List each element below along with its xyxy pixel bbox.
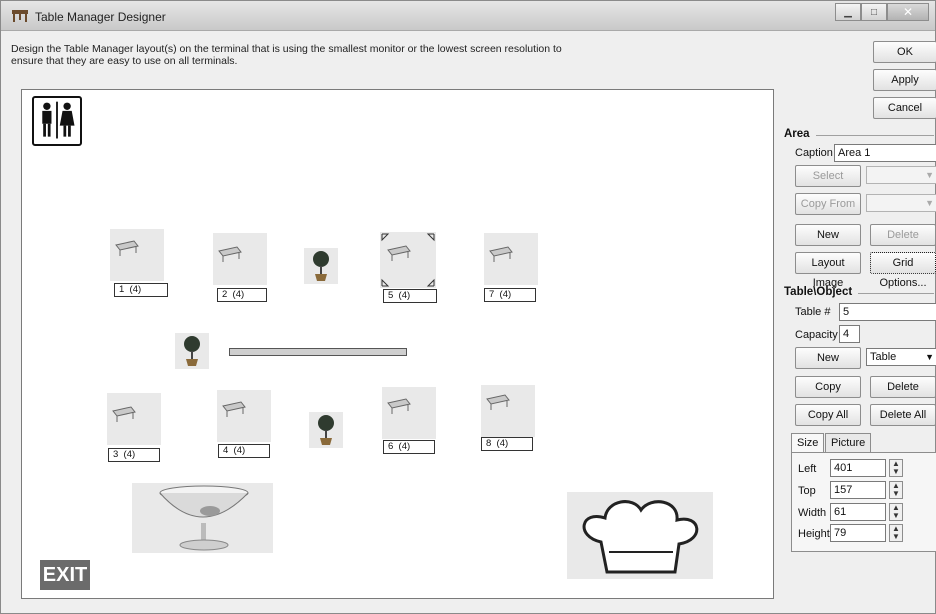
capacity-label: Capacity <box>795 329 838 341</box>
copy-from-dropdown[interactable]: ▼ <box>866 194 936 212</box>
ok-button[interactable]: OK <box>873 41 936 63</box>
table-icon <box>115 240 139 256</box>
table-icon <box>222 401 246 417</box>
table-manager-designer-window: Table Manager Designer ▁ □ ✕ Design the … <box>0 0 936 614</box>
copy-object-button[interactable]: Copy <box>795 376 861 398</box>
maximize-icon[interactable]: □ <box>861 3 887 21</box>
object-type-value: Table <box>870 351 897 363</box>
table-label: 2 (4) <box>217 288 267 302</box>
left-stepper[interactable]: ▲ ▼ <box>889 459 903 477</box>
table-object-heading: Table\Object <box>784 286 853 298</box>
potted-plant-icon <box>318 415 334 445</box>
caption-label: Caption <box>795 147 833 159</box>
wall-divider[interactable] <box>229 348 407 356</box>
table-number-field[interactable]: 5 <box>839 303 936 321</box>
plant-decoration[interactable] <box>175 333 209 369</box>
table-label: 4 (4) <box>218 444 270 458</box>
table-icon <box>12 10 28 22</box>
table-icon <box>489 246 513 262</box>
left-field[interactable]: 401 <box>830 459 886 477</box>
chef-hat-icon <box>582 500 699 574</box>
grid-options-button[interactable]: Grid Options... <box>870 252 936 289</box>
table-icon <box>486 394 510 410</box>
kitchen-image[interactable] <box>567 492 713 579</box>
chevron-down-icon: ▼ <box>925 170 934 180</box>
width-label: Width <box>798 507 827 519</box>
delete-object-button[interactable]: Delete <box>870 376 936 398</box>
area-divider <box>816 135 934 136</box>
area-heading: Area <box>784 128 810 140</box>
height-stepper[interactable]: ▲ ▼ <box>889 524 903 542</box>
table-icon <box>218 246 242 262</box>
instructions-text: Design the Table Manager layout(s) on th… <box>11 43 562 67</box>
close-icon[interactable]: ✕ <box>887 3 929 21</box>
window-title: Table Manager Designer <box>35 10 166 24</box>
delete-all-button[interactable]: Delete All <box>870 404 936 426</box>
layout-canvas[interactable]: 1 (4) 2 (4) 5 (4) 7 (4) 3 (4) 4 (4) 6 (4… <box>21 89 774 599</box>
tab-size[interactable]: Size <box>791 433 825 453</box>
tab-picture[interactable]: Picture <box>825 433 872 453</box>
top-stepper[interactable]: ▲ ▼ <box>889 481 903 499</box>
table-icon <box>387 398 411 414</box>
title-bar: Table Manager Designer ▁ □ ✕ <box>1 1 935 31</box>
bar-image[interactable] <box>132 483 273 553</box>
table-label: 3 (4) <box>108 448 160 462</box>
table-icon <box>387 245 411 261</box>
martini-glass-icon <box>159 485 249 551</box>
restroom-icon[interactable] <box>32 96 82 146</box>
select-area-dropdown[interactable]: ▼ <box>866 166 936 184</box>
chevron-down-icon: ▼ <box>925 198 934 208</box>
height-label: Height <box>798 528 830 540</box>
height-field[interactable]: 79 <box>830 524 886 542</box>
width-field[interactable]: 61 <box>830 503 886 521</box>
top-label: Top <box>798 485 816 497</box>
minimize-icon[interactable]: ▁ <box>835 3 861 21</box>
top-field[interactable]: 157 <box>830 481 886 499</box>
left-label: Left <box>798 463 817 475</box>
table-label: 8 (4) <box>481 437 533 451</box>
window-controls: ▁ □ ✕ <box>835 3 929 21</box>
new-object-button[interactable]: New <box>795 347 861 369</box>
exit-sign[interactable]: EXIT <box>40 560 90 590</box>
width-stepper[interactable]: ▲ ▼ <box>889 503 903 521</box>
object-type-dropdown[interactable]: Table ▼ <box>866 348 936 366</box>
table-number-label: Table # <box>795 306 831 318</box>
table-label: 6 (4) <box>383 440 435 454</box>
select-area-button[interactable]: Select <box>795 165 861 187</box>
table-object-divider <box>858 293 934 294</box>
plant-decoration[interactable] <box>309 412 343 448</box>
restroom-symbol <box>42 101 75 139</box>
caption-field[interactable]: Area 1 <box>834 144 936 162</box>
cancel-button[interactable]: Cancel <box>873 97 936 119</box>
potted-plant-icon <box>313 251 329 281</box>
table-icon <box>112 406 136 422</box>
copy-all-button[interactable]: Copy All <box>795 404 861 426</box>
table-label: 5 (4) <box>383 289 437 303</box>
layout-image-button[interactable]: Layout Image <box>795 252 861 289</box>
new-area-button[interactable]: New <box>795 224 861 246</box>
apply-button[interactable]: Apply <box>873 69 936 91</box>
copy-from-button[interactable]: Copy From <box>795 193 861 215</box>
chevron-down-icon: ▼ <box>925 352 934 362</box>
delete-area-button[interactable]: Delete <box>870 224 936 246</box>
table-label: 1 (4) <box>114 283 168 297</box>
table-label: 7 (4) <box>484 288 536 302</box>
plant-decoration[interactable] <box>304 248 338 284</box>
capacity-field[interactable]: 4 <box>839 325 860 343</box>
potted-plant-icon <box>184 336 200 366</box>
